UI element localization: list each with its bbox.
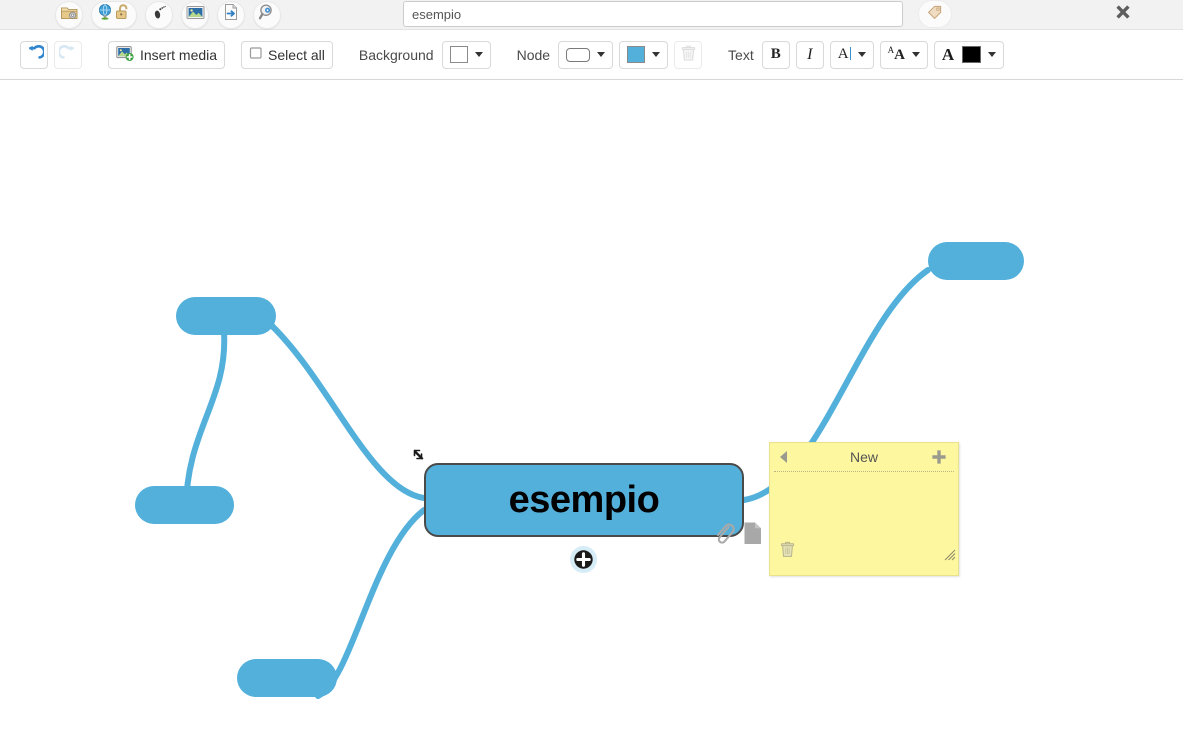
background-color-swatch: [449, 46, 468, 63]
format-toolbar: Insert media Select all Background Node: [0, 30, 1183, 80]
publish-share-button[interactable]: [91, 0, 137, 29]
tag-icon: [926, 3, 944, 26]
top-bar: [0, 0, 1183, 30]
sticky-note-title: New: [849, 449, 878, 465]
mindmap-node[interactable]: [237, 659, 337, 697]
chevron-down-icon: [652, 52, 661, 57]
rounded-rect-icon: [566, 47, 591, 62]
search-input[interactable]: [403, 1, 903, 27]
add-note-button[interactable]: [930, 448, 948, 471]
delete-node-button[interactable]: [674, 40, 703, 69]
chevron-down-icon: [857, 52, 866, 57]
open-padlock-icon: [115, 3, 132, 26]
font-family-icon: AA: [887, 45, 905, 63]
export-document-icon: [222, 3, 240, 26]
plus-icon: [932, 450, 946, 464]
checkbox-icon: [249, 46, 263, 63]
chevron-down-icon: [911, 52, 920, 57]
node-resize-handle[interactable]: [410, 446, 434, 470]
redo-button[interactable]: [54, 40, 82, 69]
close-button[interactable]: [1106, 0, 1140, 30]
delete-note-button[interactable]: [780, 541, 795, 563]
redo-icon: [57, 44, 78, 66]
image-icon: [186, 4, 205, 26]
add-child-node-button[interactable]: [570, 546, 597, 573]
image-button[interactable]: [181, 0, 209, 29]
sticky-note[interactable]: New: [769, 442, 959, 576]
globe-icon: [97, 3, 115, 26]
text-color-icon: A: [941, 44, 955, 64]
font-size-picker[interactable]: A: [829, 40, 874, 69]
background-color-picker[interactable]: [441, 40, 491, 69]
mindmap-node[interactable]: [928, 242, 1024, 280]
project-settings-button[interactable]: [55, 0, 83, 29]
project-settings-icon: [60, 3, 79, 27]
trash-icon: [780, 541, 795, 557]
sticky-note-resize-grip[interactable]: [944, 548, 956, 566]
insert-media-label: Insert media: [140, 46, 218, 63]
trash-icon: [681, 45, 696, 65]
search-field-wrapper: [403, 1, 903, 27]
undo-icon: [25, 44, 45, 66]
node-shape-picker[interactable]: [558, 40, 614, 69]
node-color-picker[interactable]: [619, 40, 669, 69]
search-preview-button[interactable]: [253, 0, 281, 29]
export-button[interactable]: [217, 0, 245, 29]
root-node-label: esempio: [508, 479, 660, 521]
node-attachment-button[interactable]: [713, 522, 735, 548]
mindmap-node[interactable]: [176, 297, 276, 335]
chevron-down-icon: [988, 52, 997, 57]
history-button[interactable]: [145, 0, 173, 29]
bold-label: B: [770, 46, 781, 62]
mindmap-node[interactable]: [135, 486, 234, 524]
text-label: Text: [728, 46, 754, 63]
insert-media-button[interactable]: Insert media: [108, 40, 226, 69]
bold-button[interactable]: B: [761, 40, 790, 69]
plus-circle-icon: [574, 550, 593, 569]
insert-media-icon: [116, 45, 135, 65]
text-color-picker[interactable]: A: [933, 40, 1005, 69]
italic-label: I: [807, 45, 813, 63]
italic-button[interactable]: I: [795, 40, 824, 69]
sticky-note-body[interactable]: [770, 472, 958, 568]
search-preview-icon: [258, 3, 276, 26]
select-all-label: Select all: [268, 46, 325, 63]
chevron-down-icon: [474, 52, 483, 57]
font-family-picker[interactable]: AA: [879, 40, 928, 69]
sticky-note-header: New: [770, 443, 958, 471]
font-size-icon: A: [837, 46, 851, 62]
chevron-down-icon: [597, 52, 606, 57]
select-all-button[interactable]: Select all: [241, 40, 333, 69]
text-color-swatch: [962, 46, 982, 63]
node-label: Node: [516, 46, 551, 63]
footprints-icon: [151, 4, 168, 26]
mindmap-canvas[interactable]: esempio New: [0, 80, 1183, 729]
background-label: Background: [358, 46, 434, 63]
undo-button[interactable]: [20, 40, 48, 69]
mindmap-root-node[interactable]: esempio: [424, 463, 744, 537]
close-icon: [1113, 2, 1133, 27]
node-color-swatch: [627, 46, 646, 63]
previous-note-arrow-icon[interactable]: [780, 451, 787, 463]
node-note-button[interactable]: [742, 521, 764, 547]
top-bar-actions: [55, 0, 281, 29]
branch-links: [183, 267, 931, 699]
tag-button[interactable]: [918, 0, 952, 28]
